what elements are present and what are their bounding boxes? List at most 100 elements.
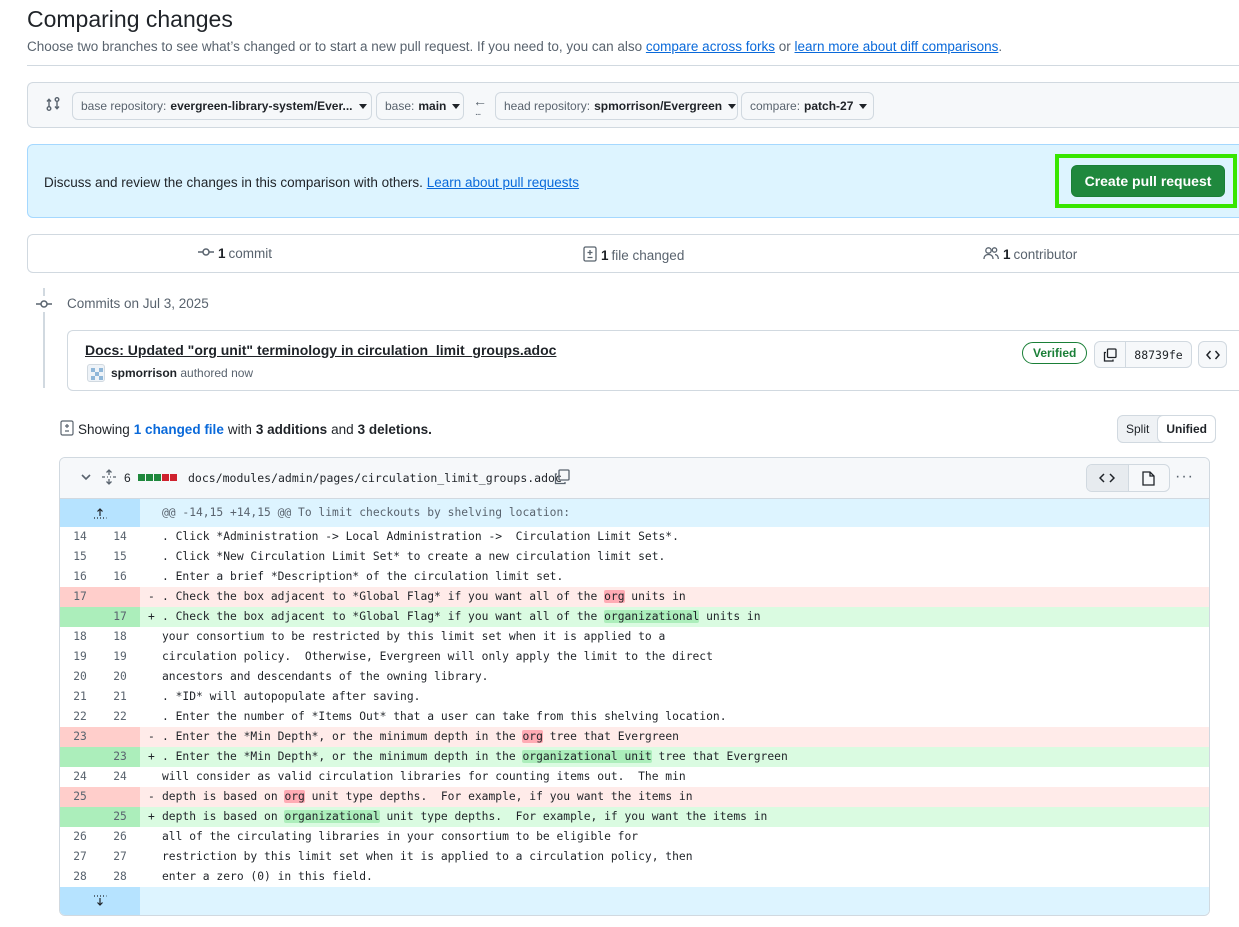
old-line-number[interactable]: 23 xyxy=(60,727,100,747)
code-text: unit type depths. For example, if you wa… xyxy=(379,810,768,823)
diff-summary: Showing 1 changed file with 3 additions … xyxy=(60,420,436,439)
avatar[interactable] xyxy=(87,364,105,382)
code-line: will consider as valid circulation libra… xyxy=(140,767,1209,787)
create-pull-request-button[interactable]: Create pull request xyxy=(1071,165,1225,197)
old-line-number[interactable]: 20 xyxy=(60,667,100,687)
code-text: units in xyxy=(699,610,761,623)
code-text: . Enter the *Min Depth*, or the minimum … xyxy=(162,750,523,763)
rich-diff-button[interactable] xyxy=(1129,465,1170,491)
caret-down-icon xyxy=(859,103,868,109)
compare-branch-select[interactable]: compare: patch-27 xyxy=(741,92,874,120)
expand-all-icon[interactable] xyxy=(101,469,117,485)
with-label: with xyxy=(227,422,252,437)
base-branch-select[interactable]: base: main xyxy=(376,92,464,120)
code-icon xyxy=(1099,473,1116,483)
new-line-number[interactable]: 14 xyxy=(100,527,140,547)
files-changed-count[interactable]: 1 file changed xyxy=(583,246,684,265)
compare-across-forks-link[interactable]: compare across forks xyxy=(646,39,775,54)
old-line-number[interactable]: 15 xyxy=(60,547,100,567)
new-line-number[interactable]: 19 xyxy=(100,647,140,667)
code-text: enter a zero (0) in this field. xyxy=(162,870,373,883)
diff-line: 14 14 . Click *Administration -> Local Ad… xyxy=(60,527,1209,547)
source-diff-button[interactable] xyxy=(1087,465,1129,491)
old-line-number[interactable]: 14 xyxy=(60,527,100,547)
learn-pull-requests-link[interactable]: Learn about pull requests xyxy=(427,175,579,190)
new-line-number[interactable]: 21 xyxy=(100,687,140,707)
new-line-number[interactable] xyxy=(100,787,140,807)
new-line-number[interactable] xyxy=(100,727,140,747)
compare-branch-label: compare: xyxy=(750,99,801,113)
code-text: depth is based on xyxy=(162,810,285,823)
split-view-button[interactable]: Split xyxy=(1118,416,1157,442)
commit-title-link[interactable]: Docs: Updated "org unit" terminology in … xyxy=(85,342,556,358)
old-line-number[interactable]: 21 xyxy=(60,687,100,707)
new-line-number[interactable]: 22 xyxy=(100,707,140,727)
kebab-menu-icon[interactable]: ··· xyxy=(1175,468,1194,486)
new-line-number[interactable]: 20 xyxy=(100,667,140,687)
commit-list-item: Docs: Updated "org unit" terminology in … xyxy=(67,330,1239,391)
old-line-number[interactable] xyxy=(60,607,100,627)
word-highlight: organizational xyxy=(604,610,700,623)
word-highlight: org xyxy=(284,790,305,803)
learn-diff-comparisons-link[interactable]: learn more about diff comparisons xyxy=(795,39,999,54)
diff-sign xyxy=(148,827,162,847)
contributors-count[interactable]: 1 contributor xyxy=(983,246,1077,263)
base-repository-select[interactable]: base repository: evergreen-library-syste… xyxy=(72,92,372,120)
diff-view-toggle: Split Unified xyxy=(1117,415,1217,443)
head-repository-label: head repository: xyxy=(504,99,591,113)
old-line-number[interactable] xyxy=(60,747,100,767)
code-line: . Enter a brief *Description* of the cir… xyxy=(140,567,1209,587)
code-text: . Enter the number of *Items Out* that a… xyxy=(162,710,727,723)
new-line-number[interactable]: 23 xyxy=(100,747,140,767)
flash-message: Discuss and review the changes in this c… xyxy=(44,175,579,190)
commit-sha-link[interactable]: 88739fe xyxy=(1126,342,1191,367)
new-line-number[interactable]: 15 xyxy=(100,547,140,567)
verified-badge[interactable]: Verified xyxy=(1022,342,1088,364)
old-line-number[interactable]: 28 xyxy=(60,867,100,887)
diff-line: 16 16 . Enter a brief *Description* of th… xyxy=(60,567,1209,587)
head-repository-select[interactable]: head repository: spmorrison/Evergreen xyxy=(495,92,738,120)
new-line-number[interactable] xyxy=(100,587,140,607)
browse-repository-button[interactable] xyxy=(1198,341,1227,368)
old-line-number[interactable]: 22 xyxy=(60,707,100,727)
new-line-number[interactable]: 18 xyxy=(100,627,140,647)
expand-up-icon[interactable] xyxy=(60,499,140,527)
old-line-number[interactable]: 18 xyxy=(60,627,100,647)
new-line-number[interactable]: 26 xyxy=(100,827,140,847)
new-line-number[interactable]: 17 xyxy=(100,607,140,627)
new-line-number[interactable]: 25 xyxy=(100,807,140,827)
old-line-number[interactable]: 27 xyxy=(60,847,100,867)
old-line-number[interactable]: 24 xyxy=(60,767,100,787)
copy-icon[interactable] xyxy=(554,469,570,485)
old-line-number[interactable]: 17 xyxy=(60,587,100,607)
old-line-number[interactable]: 19 xyxy=(60,647,100,667)
code-text: units in xyxy=(624,590,686,603)
commits-count[interactable]: 1 commit xyxy=(198,246,272,261)
old-line-number[interactable]: 25 xyxy=(60,787,100,807)
unified-view-button[interactable]: Unified xyxy=(1157,415,1217,443)
code-line: + . Check the box adjacent to *Global Fla… xyxy=(140,607,1209,627)
new-line-number[interactable]: 24 xyxy=(100,767,140,787)
expand-down-icon[interactable] xyxy=(60,887,140,915)
chevron-down-icon[interactable] xyxy=(80,471,92,483)
old-line-number[interactable]: 26 xyxy=(60,827,100,847)
subtitle-or: or xyxy=(778,39,791,54)
base-branch-label: base: xyxy=(385,99,415,113)
diff-sign: - xyxy=(148,590,155,603)
diff-line-deletion: 17 -. Check the box adjacent to *Global F… xyxy=(60,587,1209,607)
old-line-number[interactable] xyxy=(60,807,100,827)
old-line-number[interactable]: 16 xyxy=(60,567,100,587)
commit-author-name[interactable]: spmorrison xyxy=(111,366,177,380)
new-line-number[interactable]: 16 xyxy=(100,567,140,587)
new-line-number[interactable]: 27 xyxy=(100,847,140,867)
caret-down-icon xyxy=(358,103,367,109)
page-title: Comparing changes xyxy=(27,6,233,32)
file-header: 6 docs/modules/admin/pages/circulation_l… xyxy=(60,458,1209,499)
new-line-number[interactable]: 28 xyxy=(100,867,140,887)
changed-files-link[interactable]: 1 changed file xyxy=(134,422,224,437)
copy-sha-button[interactable] xyxy=(1095,342,1126,367)
code-line: -. Check the box adjacent to *Global Fla… xyxy=(140,587,1209,607)
file-path[interactable]: docs/modules/admin/pages/circulation_lim… xyxy=(188,471,562,485)
diff-sign: - xyxy=(148,790,155,803)
file-diff-icon xyxy=(60,420,74,439)
